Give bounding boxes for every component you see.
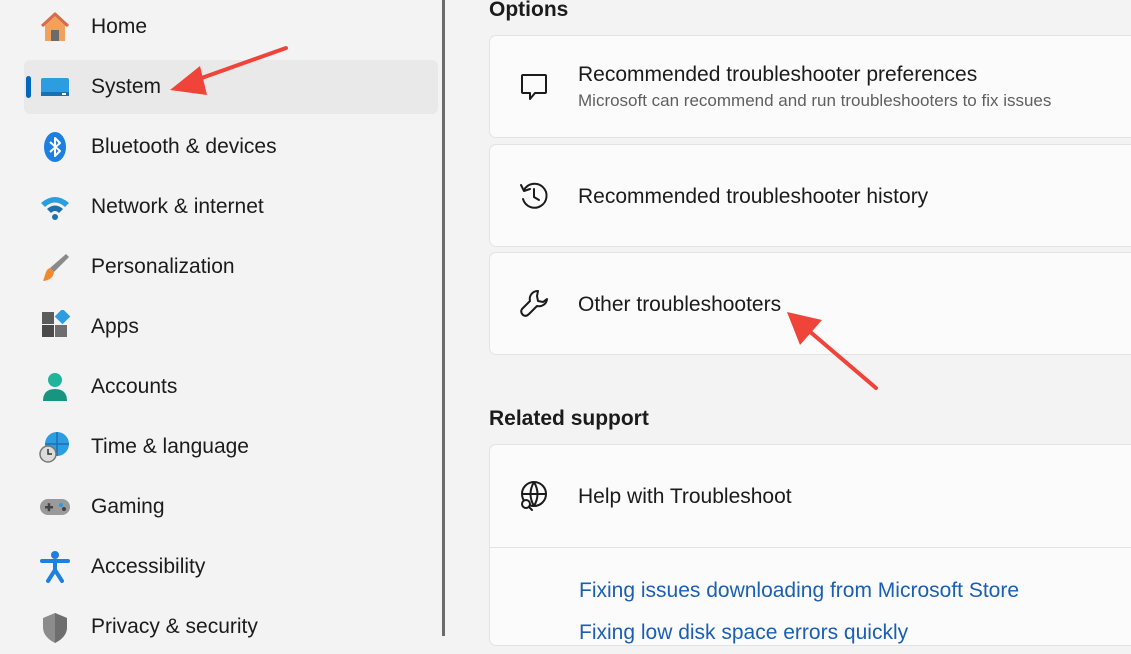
wrench-icon bbox=[516, 286, 552, 322]
bluetooth-icon bbox=[38, 130, 72, 164]
shield-icon bbox=[38, 610, 72, 644]
selection-indicator bbox=[26, 76, 31, 98]
card-subtitle: Microsoft can recommend and run troubles… bbox=[578, 91, 1052, 110]
sidebar-item-label: Privacy & security bbox=[91, 615, 258, 638]
help-with-troubleshoot-card[interactable]: Help with Troubleshoot bbox=[489, 444, 1131, 646]
sidebar-item-accounts[interactable]: Accounts bbox=[24, 360, 438, 414]
sidebar-item-label: Time & language bbox=[91, 435, 249, 458]
troubleshooter-history-card[interactable]: Recommended troubleshooter history bbox=[489, 144, 1131, 247]
sidebar-item-personalization[interactable]: Personalization bbox=[24, 240, 438, 294]
sidebar-item-gaming[interactable]: Gaming bbox=[24, 480, 438, 534]
sidebar-item-label: Accounts bbox=[91, 375, 178, 398]
wifi-icon bbox=[38, 190, 72, 224]
sidebar-item-label: Accessibility bbox=[91, 555, 206, 578]
globe-clock-icon bbox=[38, 430, 72, 464]
sidebar-item-label: Network & internet bbox=[91, 195, 264, 218]
apps-icon bbox=[38, 310, 72, 344]
section-title-related-support: Related support bbox=[489, 407, 649, 430]
sidebar-item-time-language[interactable]: Time & language bbox=[24, 420, 438, 474]
sidebar-item-label: System bbox=[91, 75, 162, 98]
card-divider bbox=[490, 547, 1131, 548]
other-troubleshooters-card[interactable]: Other troubleshooters bbox=[489, 252, 1131, 355]
card-title: Recommended troubleshooter history bbox=[578, 185, 929, 208]
link-low-disk-space[interactable]: Fixing low disk space errors quickly bbox=[579, 621, 908, 645]
accessibility-icon bbox=[38, 550, 72, 584]
gamepad-icon bbox=[38, 490, 72, 524]
sidebar-item-label: Home bbox=[91, 15, 148, 38]
system-icon bbox=[38, 70, 72, 104]
home-icon bbox=[38, 10, 72, 44]
chat-icon bbox=[516, 69, 552, 105]
main-content: Options Recommended troubleshooter prefe… bbox=[445, 0, 1131, 646]
sidebar-item-home[interactable]: Home bbox=[24, 0, 438, 54]
sidebar-item-label: Gaming bbox=[91, 495, 165, 518]
sidebar-item-bluetooth[interactable]: Bluetooth & devices bbox=[24, 120, 438, 174]
sidebar-item-label: Personalization bbox=[91, 255, 235, 278]
sidebar-item-label: Apps bbox=[91, 315, 139, 338]
sidebar-item-label: Bluetooth & devices bbox=[91, 135, 277, 158]
card-title: Other troubleshooters bbox=[578, 293, 782, 316]
navigation-sidebar: Home System Bluetooth & devices Network … bbox=[0, 0, 445, 643]
sidebar-item-apps[interactable]: Apps bbox=[24, 300, 438, 354]
troubleshooter-preferences-card[interactable]: Recommended troubleshooter preferences M… bbox=[489, 35, 1131, 138]
sidebar-item-network[interactable]: Network & internet bbox=[24, 180, 438, 234]
section-title-options: Options bbox=[489, 0, 569, 21]
sidebar-item-system[interactable]: System bbox=[24, 60, 438, 114]
link-microsoft-store-downloads[interactable]: Fixing issues downloading from Microsoft… bbox=[579, 579, 1019, 603]
sidebar-item-privacy-security[interactable]: Privacy & security bbox=[24, 600, 438, 654]
card-title: Help with Troubleshoot bbox=[578, 485, 792, 508]
card-title: Recommended troubleshooter preferences bbox=[578, 63, 978, 86]
person-icon bbox=[38, 370, 72, 404]
globe-search-icon bbox=[516, 478, 552, 514]
brush-icon bbox=[38, 250, 72, 284]
history-icon bbox=[516, 178, 552, 214]
sidebar-item-accessibility[interactable]: Accessibility bbox=[24, 540, 438, 594]
